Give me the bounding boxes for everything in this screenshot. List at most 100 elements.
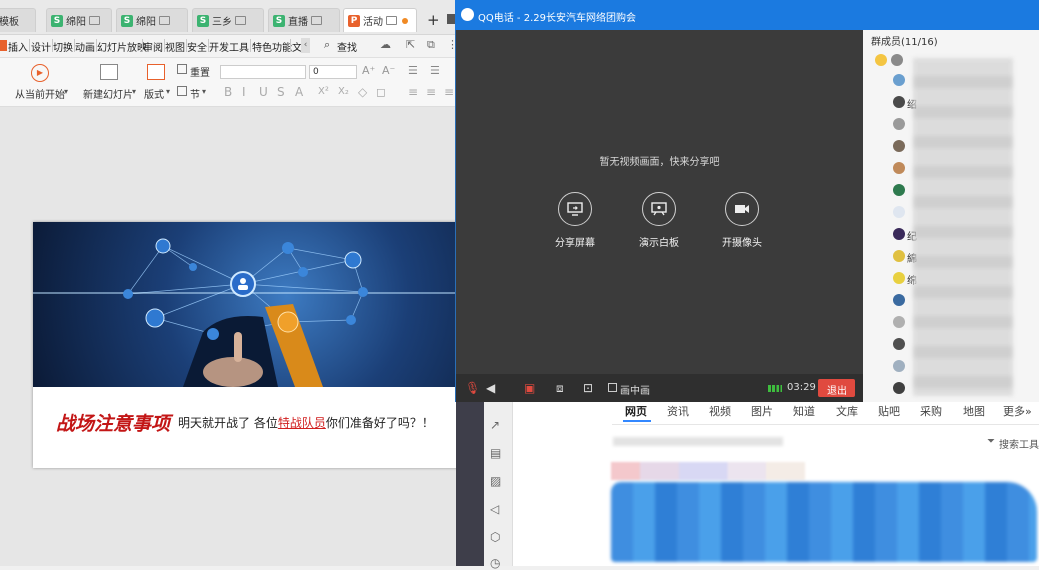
nav-news[interactable]: 资讯 — [667, 403, 689, 419]
monitor-icon — [386, 16, 397, 25]
tab-mianyang-2[interactable]: S 绵阳 — [116, 8, 188, 32]
nav-web[interactable]: 网页 — [625, 403, 647, 419]
blurred-result-count — [613, 437, 783, 446]
layout-button[interactable]: 版式 — [144, 86, 164, 101]
mic-muted-icon[interactable]: 🎙︎ — [465, 381, 480, 395]
menu-view[interactable]: 视图 — [165, 39, 185, 54]
caption-text-pre: 明天就开战了 各位 — [178, 416, 278, 430]
numbering-icon[interactable]: ☰ — [430, 64, 440, 77]
share-screen-button[interactable] — [558, 192, 592, 226]
chevron-down-icon[interactable]: ▾ — [202, 87, 206, 96]
writer-icon: S — [121, 14, 133, 27]
menu-transition[interactable]: 切换 — [53, 39, 73, 54]
subscript-button[interactable]: X₂ — [338, 86, 349, 97]
tab-zhibo[interactable]: S 直播 — [268, 8, 340, 32]
decrease-font-icon[interactable]: A⁻ — [382, 64, 395, 77]
toolbar-whiteboard-icon[interactable]: ⊡ — [583, 381, 593, 395]
share-icon[interactable]: ↗ — [490, 418, 500, 432]
new-tab-button[interactable]: + — [427, 11, 440, 29]
chevron-left-icon[interactable]: ‹ — [301, 38, 310, 53]
align-center-icon[interactable]: ≡ — [426, 85, 436, 99]
strikethrough-button[interactable]: S — [277, 85, 285, 99]
network-illustration — [33, 238, 456, 387]
tab-template[interactable]: 模板 — [0, 8, 36, 32]
tab-mianyang-1[interactable]: S 绵阳 — [46, 8, 112, 32]
blurred-member-names — [913, 58, 1013, 396]
menu-review[interactable]: 审阅 — [143, 39, 163, 54]
share-icon[interactable]: ⇱ — [406, 38, 415, 51]
search-tools-button[interactable]: 搜索工具 — [999, 436, 1039, 451]
image-icon[interactable]: ▨ — [490, 474, 501, 488]
avatar — [893, 206, 905, 218]
font-size-value: 0 — [313, 67, 319, 77]
menu-slideshow[interactable]: 幻灯片放映 — [97, 39, 147, 54]
window-control-icon[interactable] — [447, 14, 455, 24]
toolbar-share-screen-icon[interactable]: ⧈ — [556, 381, 564, 396]
cloud-icon[interactable]: ☁ — [380, 38, 391, 51]
caption-highlight: 特战队员 — [277, 416, 326, 430]
exit-call-button[interactable]: 退出 — [818, 379, 855, 397]
nav-purchase[interactable]: 采购 — [920, 403, 942, 419]
writer-icon: S — [273, 14, 285, 27]
nav-wenku[interactable]: 文库 — [836, 403, 858, 419]
align-left-icon[interactable]: ≡ — [408, 85, 418, 99]
menu-design[interactable]: 设计 — [31, 39, 51, 54]
menu-animation[interactable]: 动画 — [75, 39, 95, 54]
nav-more[interactable]: 更多» — [1003, 403, 1032, 419]
eraser-icon[interactable]: ◇ — [358, 85, 367, 99]
sound-icon[interactable]: ◁ — [490, 502, 499, 516]
superscript-button[interactable]: X² — [318, 86, 329, 97]
chevron-down-icon[interactable]: ▾ — [132, 87, 136, 96]
play-icon[interactable]: ▶ — [31, 64, 49, 82]
text-style-icon[interactable]: ◻ — [376, 85, 386, 99]
play-from-current-button[interactable]: 从当前开始 — [15, 86, 65, 101]
avatar — [893, 140, 905, 152]
font-color-button[interactable]: A — [295, 85, 303, 99]
section-button[interactable]: 节 — [190, 86, 200, 101]
blurred-result-banner[interactable] — [611, 482, 1037, 562]
reset-icon — [177, 64, 187, 74]
camera-button[interactable] — [725, 192, 759, 226]
qq-title-bar[interactable]: QQ电话 - 2.29长安汽车网络团购会 — [455, 0, 1039, 30]
menu-features[interactable]: 特色功能 — [252, 39, 292, 54]
presentation-icon: P — [348, 14, 360, 27]
menu-security[interactable]: 安全 — [187, 39, 207, 54]
increase-font-icon[interactable]: A⁺ — [362, 64, 375, 77]
chevron-down-icon[interactable]: ▾ — [166, 87, 170, 96]
nav-tieba[interactable]: 贴吧 — [878, 403, 900, 419]
tab-sanxiang[interactable]: S 三乡 — [192, 8, 264, 32]
chevron-down-icon[interactable]: ▾ — [64, 87, 68, 96]
shield-icon[interactable]: ⬡ — [490, 530, 500, 544]
clock-icon[interactable]: ◷ — [490, 556, 500, 570]
nav-map[interactable]: 地图 — [963, 403, 985, 419]
export-icon[interactable]: ⧉ — [427, 38, 435, 52]
search-button[interactable]: 查找 — [337, 39, 357, 54]
align-right-icon[interactable]: ≡ — [444, 85, 454, 99]
bullets-icon[interactable]: ☰ — [408, 64, 418, 77]
new-slide-button[interactable]: 新建幻灯片 — [83, 86, 133, 101]
italic-button[interactable]: I — [242, 85, 246, 99]
menu-developer[interactable]: 开发工具 — [209, 39, 249, 54]
speaker-icon[interactable]: ◀ — [486, 381, 495, 395]
tab-huodong-active[interactable]: P 活动 — [343, 8, 417, 32]
layout-icon[interactable] — [147, 64, 165, 80]
nav-zhidao[interactable]: 知道 — [793, 403, 815, 419]
whiteboard-button[interactable] — [642, 192, 676, 226]
font-family-select[interactable] — [220, 65, 306, 79]
pip-button[interactable]: 画中画 — [620, 382, 650, 397]
new-slide-icon[interactable] — [100, 64, 118, 80]
reset-button[interactable]: 重置 — [190, 64, 210, 79]
wps-ribbon: ▶ 从当前开始 ▾ 新建幻灯片 ▾ 版式 ▾ 重置 节 ▾ 0 A⁺ A⁻ ☰ … — [0, 58, 456, 107]
bold-button[interactable]: B — [224, 85, 232, 99]
menu-insert[interactable]: 插入 — [8, 39, 28, 54]
member-list[interactable]: 绍 纪 綿 绵 — [863, 50, 1039, 402]
underline-button[interactable]: U — [259, 85, 268, 99]
archive-icon[interactable]: ▤ — [490, 446, 501, 460]
avatar — [893, 96, 905, 108]
camera-off-icon[interactable]: ▣ — [524, 381, 535, 395]
nav-video[interactable]: 视频 — [709, 403, 731, 419]
font-size-select[interactable]: 0 — [309, 65, 357, 79]
qq-call-toolbar: 🎙︎ ◀ ▣ ⧈ ⊡ 画中画 03:29 退出 — [456, 374, 863, 402]
blurred-result-title — [611, 462, 805, 480]
nav-images[interactable]: 图片 — [751, 403, 773, 419]
